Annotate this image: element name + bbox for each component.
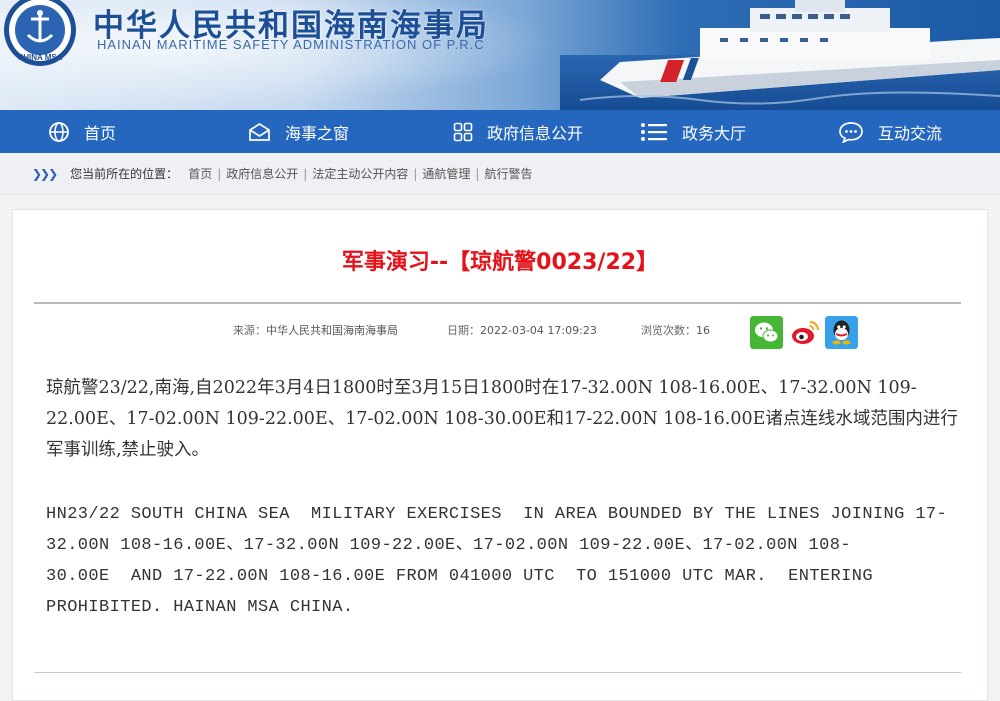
nav-msa-window[interactable]: 海事之窗 <box>248 110 349 153</box>
nav-interaction[interactable]: 互动交流 <box>838 110 942 153</box>
article-body-chinese: 琼航警23/22,南海,自2022年3月4日1800时至3月15日1800时在1… <box>46 378 958 460</box>
chat-bubble-icon <box>839 121 863 143</box>
title-divider <box>34 302 961 304</box>
article-date: 日期：2022-03-04 17:09:23 <box>447 324 597 337</box>
article-title: 军事演习--【琼航警0023/22】 <box>341 250 659 275</box>
article-views: 浏览次数：16 <box>641 324 710 337</box>
main-nav: 首页 海事之窗 政府信息公开 政务大厅 互动交流 <box>0 110 1000 153</box>
nav-label: 首页 <box>84 123 117 143</box>
qq-icon[interactable] <box>825 316 858 349</box>
breadcrumb-gov-info[interactable]: 政府信息公开 <box>226 165 298 182</box>
nav-label: 互动交流 <box>878 123 943 143</box>
china-msa-logo[interactable]: CHINA MSA <box>0 0 80 67</box>
article-body-english: HN23/22 SOUTH CHINA SEA MILITARY EXERCIS… <box>46 505 948 617</box>
breadcrumb-prefix: 您当前所在的位置： <box>70 167 179 181</box>
nav-label: 海事之窗 <box>285 123 350 143</box>
svg-text:CHINA MSA: CHINA MSA <box>17 53 62 62</box>
grid-icon <box>453 122 473 141</box>
list-icon <box>641 122 667 141</box>
weibo-icon[interactable] <box>788 316 821 349</box>
breadcrumb-home[interactable]: 首页 <box>188 165 212 182</box>
breadcrumb-navigation-mgmt[interactable]: 通航管理 <box>422 165 470 182</box>
globe-icon <box>49 121 69 142</box>
nav-home[interactable]: 首页 <box>48 110 116 153</box>
header-banner: CHINA MSA 中华人民共和国海南海事局 HAINAN MARITIME S… <box>0 0 1000 110</box>
chevrons-right-icon: ❯❯❯ <box>32 166 58 181</box>
breadcrumb-nav-warning[interactable]: 航行警告 <box>484 165 532 182</box>
nav-label: 政务大厅 <box>682 123 747 143</box>
article-panel: 军事演习--【琼航警0023/22】 来源：中华人民共和国海南海事局 日期：20… <box>12 209 988 701</box>
wechat-icon[interactable] <box>750 316 783 349</box>
site-subtitle: HAINAN MARITIME SAFETY ADMINISTRATION OF… <box>97 37 485 52</box>
envelope-icon <box>249 122 270 141</box>
breadcrumb: ❯❯❯ 您当前所在的位置： 首页 | 政府信息公开 | 法定主动公开内容 | 通… <box>0 153 1000 195</box>
nav-service-hall[interactable]: 政务大厅 <box>640 110 746 153</box>
content-divider <box>34 672 961 673</box>
breadcrumb-statutory-content[interactable]: 法定主动公开内容 <box>312 165 408 182</box>
nav-gov-info[interactable]: 政府信息公开 <box>453 110 583 153</box>
article-source: 来源：中华人民共和国海南海事局 <box>233 324 398 337</box>
nav-label: 政府信息公开 <box>487 123 584 143</box>
patrol-ship-image <box>580 0 1000 105</box>
